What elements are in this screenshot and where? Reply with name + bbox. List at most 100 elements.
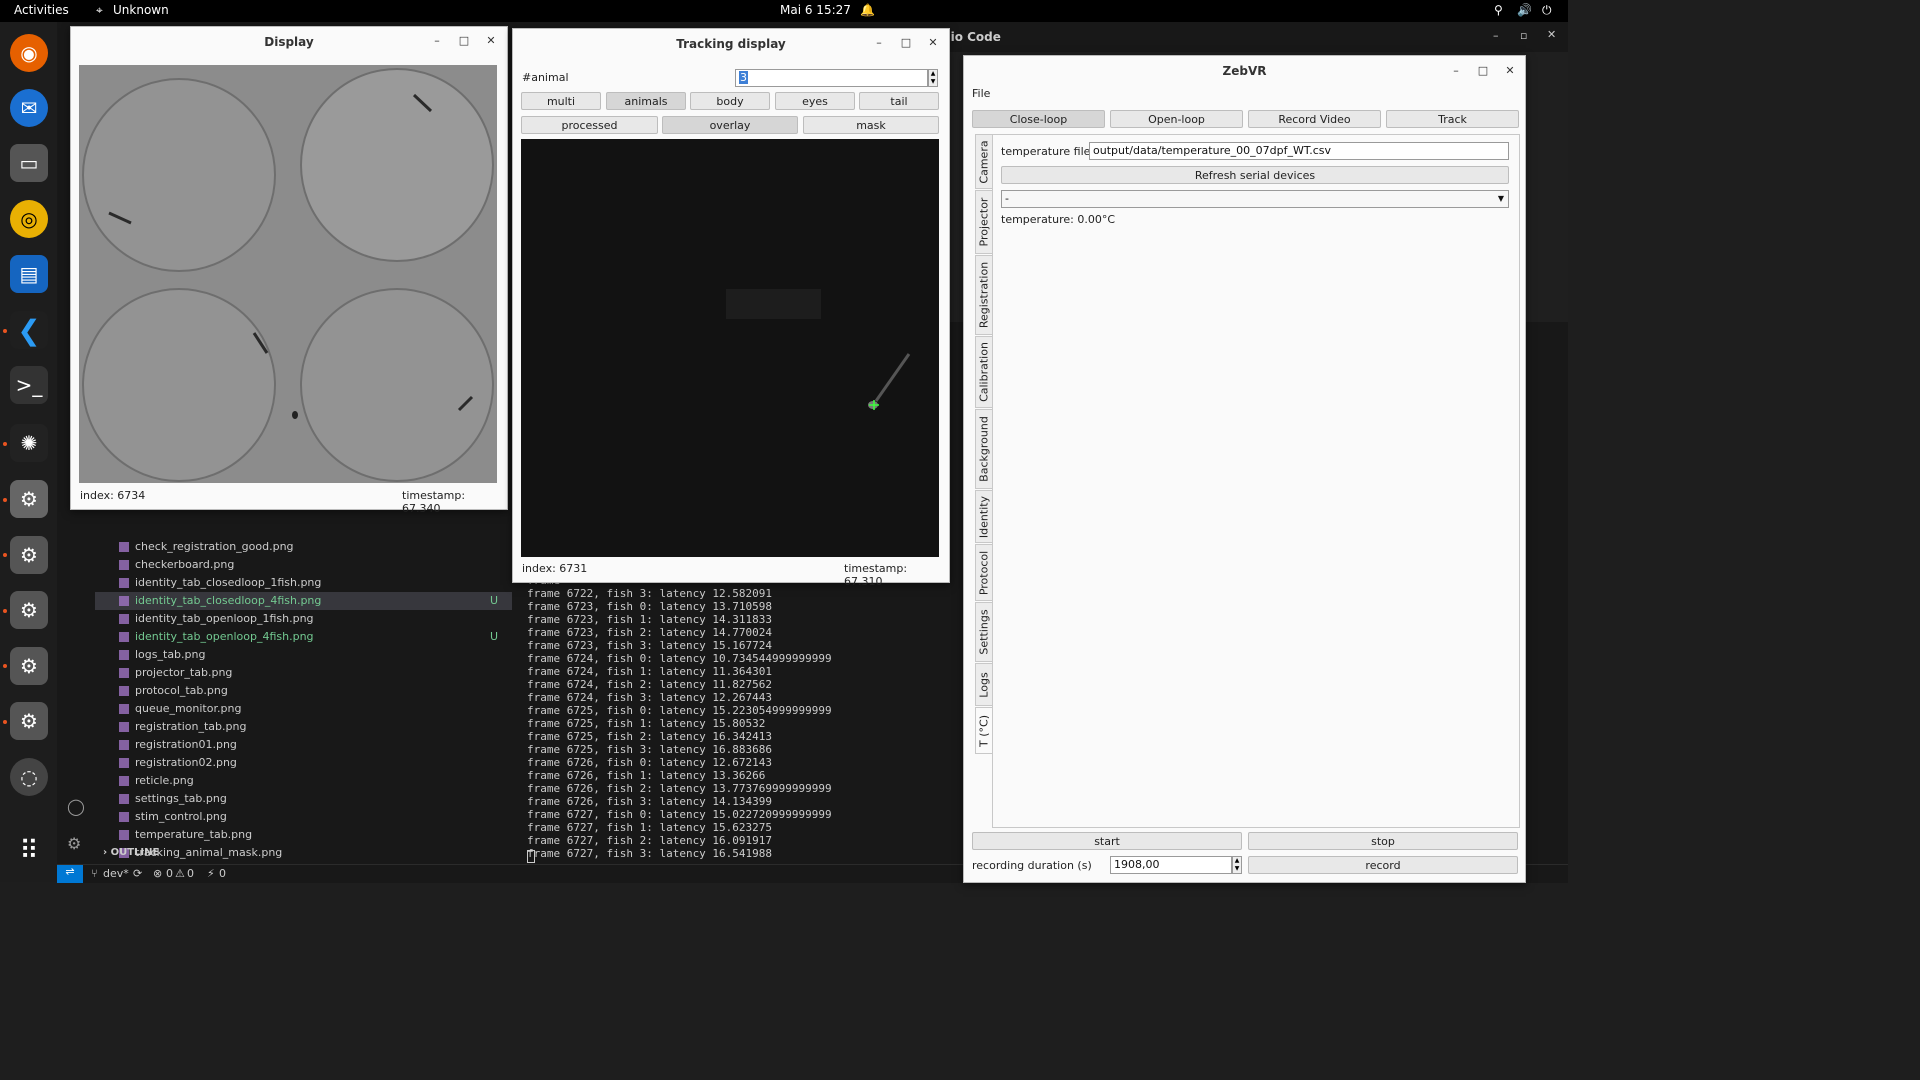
maximize-icon[interactable]: □ bbox=[900, 37, 912, 49]
volume-icon[interactable]: 🔊 bbox=[1517, 3, 1532, 17]
file-item[interactable]: projector_tab.png bbox=[119, 664, 512, 682]
serial-device-select[interactable]: - ▼ bbox=[1001, 190, 1509, 208]
file-item[interactable]: registration01.png bbox=[119, 736, 512, 754]
file-item[interactable]: identity_tab_openloop_1fish.png bbox=[119, 610, 512, 628]
record-video-button[interactable]: Record Video bbox=[1248, 110, 1381, 128]
gear-icon[interactable]: ⚙ bbox=[10, 591, 48, 629]
animals-button[interactable]: animals bbox=[606, 92, 686, 110]
tab-settings[interactable]: Settings bbox=[975, 602, 993, 662]
account-icon[interactable]: ◯ bbox=[67, 797, 85, 816]
file-item[interactable]: identity_tab_closedloop_1fish.png bbox=[119, 574, 512, 592]
file-item[interactable]: identity_tab_openloop_4fish.png U bbox=[119, 628, 512, 646]
file-item[interactable]: logs_tab.png bbox=[119, 646, 512, 664]
close-icon[interactable]: ✕ bbox=[485, 35, 497, 47]
stop-button[interactable]: stop bbox=[1248, 832, 1518, 850]
branch-label[interactable]: dev* bbox=[103, 867, 129, 880]
processed-button[interactable]: processed bbox=[521, 116, 658, 134]
bell-icon[interactable]: 🔔 bbox=[860, 3, 875, 17]
file-item[interactable]: tracking_animal_mask.png bbox=[119, 844, 512, 862]
spin-arrows[interactable]: ▲ ▼ bbox=[928, 69, 938, 87]
app-menu-label[interactable]: Unknown bbox=[113, 3, 169, 17]
minimize-icon[interactable]: – bbox=[431, 35, 443, 47]
warning-icon[interactable]: ⚠ bbox=[175, 867, 185, 880]
file-name: identity_tab_closedloop_1fish.png bbox=[135, 576, 322, 589]
track-button[interactable]: Track bbox=[1386, 110, 1519, 128]
gear-icon[interactable]: ⚙ bbox=[10, 480, 48, 518]
close-loop-button[interactable]: Close-loop bbox=[972, 110, 1105, 128]
tab-temperature[interactable]: T (°C) bbox=[975, 707, 993, 754]
ports-count[interactable]: 0 bbox=[219, 867, 226, 880]
files-icon[interactable]: ▭ bbox=[10, 144, 48, 182]
minimize-icon[interactable]: – bbox=[1493, 29, 1499, 42]
open-loop-button[interactable]: Open-loop bbox=[1110, 110, 1243, 128]
firefox-icon[interactable]: ◉ bbox=[10, 34, 48, 72]
network-icon[interactable]: ⚲ bbox=[1494, 3, 1503, 17]
duration-spin-arrows[interactable]: ▲ ▼ bbox=[1232, 856, 1242, 874]
manage-gear-icon[interactable]: ⚙ bbox=[67, 834, 81, 853]
file-item[interactable]: temperature_tab.png bbox=[119, 826, 512, 844]
multi-button[interactable]: multi bbox=[521, 92, 601, 110]
remote-icon[interactable]: ⇌ bbox=[57, 865, 83, 883]
minimize-icon[interactable]: – bbox=[1450, 65, 1462, 77]
overlay-button[interactable]: overlay bbox=[662, 116, 798, 134]
refresh-serial-button[interactable]: Refresh serial devices bbox=[1001, 166, 1509, 184]
thunderbird-icon[interactable]: ✉ bbox=[10, 89, 48, 127]
terminal-icon[interactable]: >_ bbox=[10, 366, 48, 404]
file-item[interactable]: protocol_tab.png bbox=[119, 682, 512, 700]
power-icon[interactable]: ⏻ bbox=[1542, 3, 1552, 18]
disc-icon[interactable]: ◌ bbox=[10, 758, 48, 796]
file-item[interactable]: check_registration_good.png bbox=[119, 538, 512, 556]
record-button[interactable]: record bbox=[1248, 856, 1518, 874]
file-item[interactable]: stim_control.png bbox=[119, 808, 512, 826]
error-icon[interactable]: ⊗ bbox=[153, 867, 162, 880]
file-item[interactable]: identity_tab_closedloop_4fish.png U bbox=[95, 592, 512, 610]
sync-icon[interactable]: ⟳ bbox=[133, 867, 142, 880]
file-item[interactable]: registration02.png bbox=[119, 754, 512, 772]
rhythmbox-icon[interactable]: ◎ bbox=[10, 200, 48, 238]
vscode-icon[interactable]: ❮ bbox=[10, 311, 48, 349]
tail-button[interactable]: tail bbox=[859, 92, 939, 110]
file-item[interactable]: settings_tab.png bbox=[119, 790, 512, 808]
tab-identity[interactable]: Identity bbox=[975, 490, 993, 543]
maximize-icon[interactable]: ▫ bbox=[1520, 29, 1527, 42]
gear-icon[interactable]: ⚙ bbox=[10, 647, 48, 685]
clock[interactable]: Mai 6 15:27 bbox=[780, 3, 851, 17]
close-icon[interactable]: ✕ bbox=[1504, 65, 1516, 77]
gear-icon[interactable]: ⚙ bbox=[10, 702, 48, 740]
mask-button[interactable]: mask bbox=[803, 116, 939, 134]
file-item[interactable]: registration_tab.png bbox=[119, 718, 512, 736]
app-menu-icon[interactable]: ⌖ bbox=[96, 3, 103, 18]
gear-icon[interactable]: ⚙ bbox=[10, 536, 48, 574]
body-button[interactable]: body bbox=[690, 92, 770, 110]
outline-section[interactable]: › OUTLINE bbox=[103, 847, 159, 858]
tab-camera[interactable]: Camera bbox=[975, 134, 993, 189]
activities-button[interactable]: Activities bbox=[14, 3, 69, 17]
branch-icon[interactable]: ⑂ bbox=[91, 867, 98, 880]
writer-icon[interactable]: ▤ bbox=[10, 255, 48, 293]
minimize-icon[interactable]: – bbox=[873, 37, 885, 49]
file-item[interactable]: checkerboard.png bbox=[119, 556, 512, 574]
file-item[interactable]: reticle.png bbox=[119, 772, 512, 790]
close-icon[interactable]: ✕ bbox=[927, 37, 939, 49]
start-button[interactable]: start bbox=[972, 832, 1242, 850]
file-item[interactable]: queue_monitor.png bbox=[119, 700, 512, 718]
recording-duration-input[interactable]: 1908,00 bbox=[1110, 856, 1232, 874]
maximize-icon[interactable]: □ bbox=[458, 35, 470, 47]
error-count[interactable]: 0 bbox=[166, 867, 173, 880]
menu-file[interactable]: File bbox=[972, 87, 990, 100]
eyes-button[interactable]: eyes bbox=[775, 92, 855, 110]
temperature-file-input[interactable]: output/data/temperature_00_07dpf_WT.csv bbox=[1089, 142, 1509, 160]
tab-registration[interactable]: Registration bbox=[975, 255, 993, 335]
animal-spinbox[interactable]: 3 bbox=[735, 69, 928, 87]
app-grid-icon[interactable]: ⠿ bbox=[10, 832, 48, 870]
tab-calibration[interactable]: Calibration bbox=[975, 336, 993, 408]
warning-count[interactable]: 0 bbox=[187, 867, 194, 880]
maximize-icon[interactable]: □ bbox=[1477, 65, 1489, 77]
close-icon[interactable]: ✕ bbox=[1547, 28, 1556, 41]
ports-icon[interactable]: ⚡ bbox=[207, 867, 215, 880]
tab-projector[interactable]: Projector bbox=[975, 190, 993, 254]
tab-logs[interactable]: Logs bbox=[975, 663, 993, 706]
app-logo-icon[interactable]: ✺ bbox=[10, 424, 48, 462]
tab-background[interactable]: Background bbox=[975, 409, 993, 489]
tab-protocol[interactable]: Protocol bbox=[975, 544, 993, 601]
